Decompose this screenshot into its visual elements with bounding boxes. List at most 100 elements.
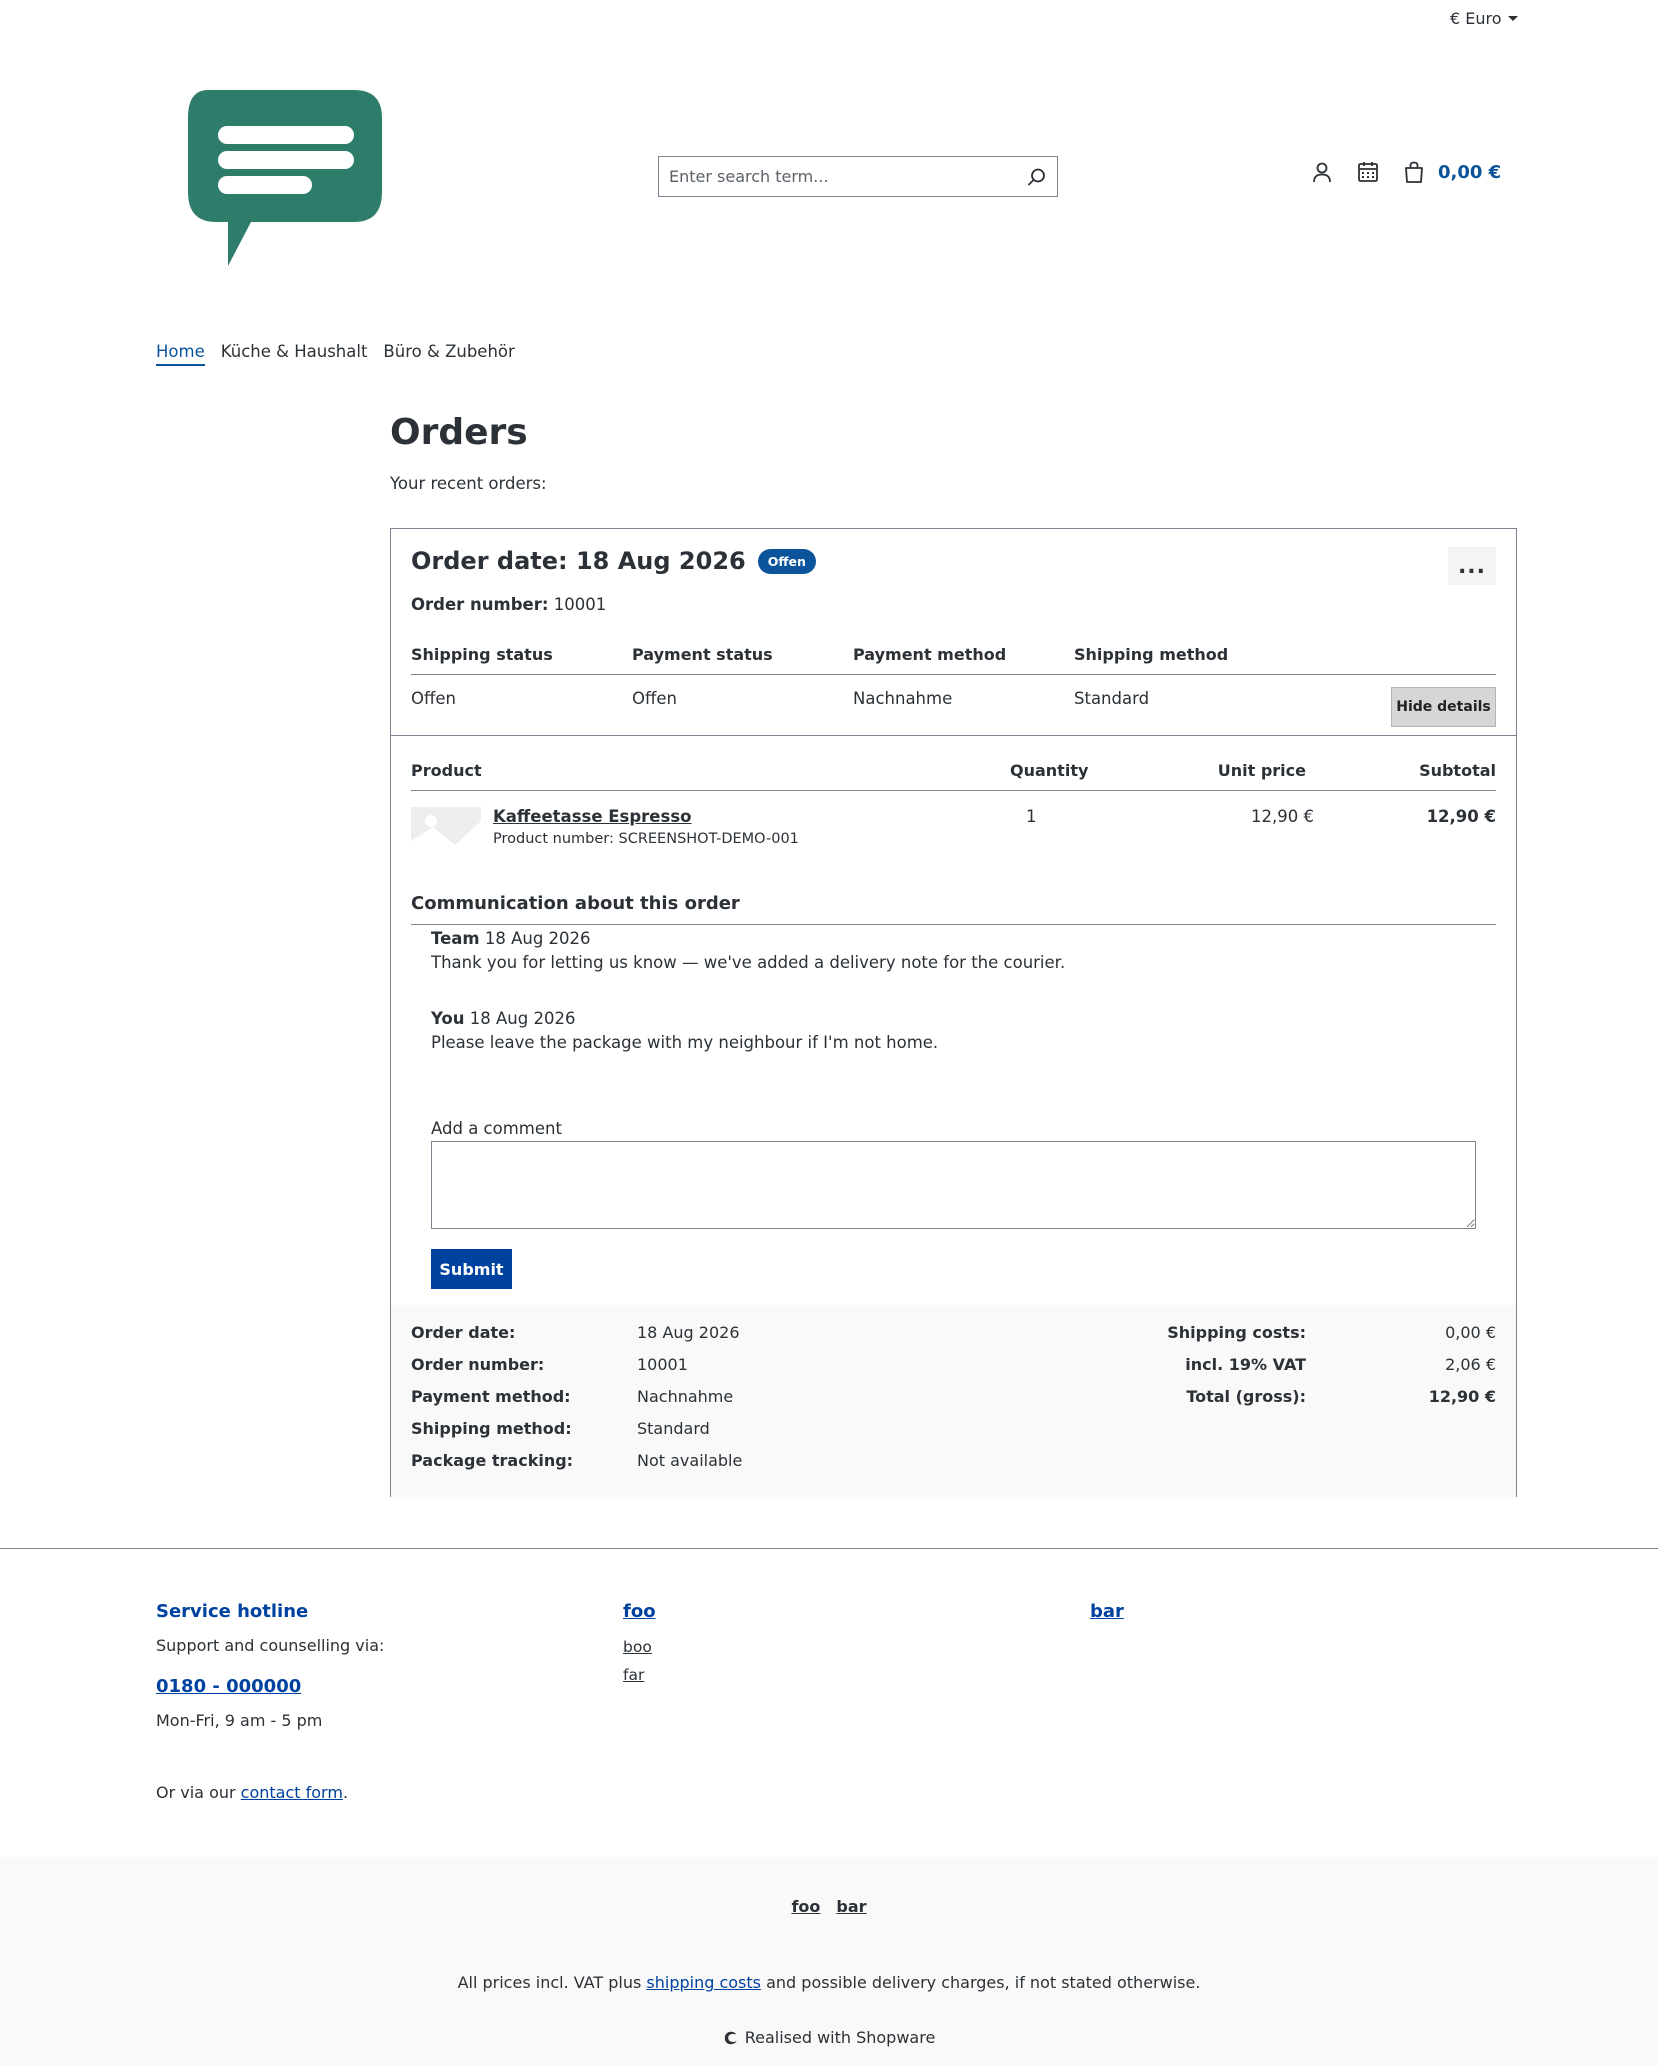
- order-number-label: Order number:: [411, 595, 549, 614]
- value-payment-status: Offen: [632, 689, 677, 708]
- footer-contact-suffix: .: [342, 1783, 349, 1802]
- product-quantity: 1: [1026, 807, 1037, 826]
- comment-label: Add a comment: [431, 1119, 562, 1138]
- total-label-vat: incl. 19% VAT: [1185, 1355, 1306, 1374]
- chat-bubble-logo-icon: [188, 90, 382, 266]
- search-input[interactable]: [669, 167, 1027, 186]
- header-payment-method: Payment method: [853, 645, 1007, 664]
- total-label-shipping: Shipping costs:: [1167, 1323, 1306, 1342]
- cart-total: 0,00 €: [1438, 161, 1502, 183]
- product-subtotal: 12,90 €: [1426, 807, 1496, 826]
- message-date: 18 Aug 2026: [484, 929, 591, 948]
- more-dots-icon: ...: [1457, 553, 1487, 579]
- realised-with-shopware[interactable]: Realised with Shopware: [0, 2028, 1658, 2047]
- message-text: Thank you for letting us know — we've ad…: [431, 953, 1066, 972]
- message-date: 18 Aug 2026: [469, 1009, 576, 1028]
- product-table-header: Product Quantity Unit price Subtotal: [411, 761, 1496, 791]
- total-value-shipping: 0,00 €: [1445, 1323, 1496, 1342]
- realised-text: Realised with Shopware: [744, 2028, 936, 2047]
- footer-hotline-title: Service hotline: [156, 1601, 309, 1622]
- caret-down-icon: [1507, 16, 1518, 21]
- nav-item-kitchen[interactable]: Küche & Haushalt: [221, 342, 368, 366]
- footer-divider: [0, 1548, 1658, 1549]
- total-value-gross: 12,90 €: [1428, 1387, 1496, 1406]
- calendar-icon[interactable]: [1356, 160, 1380, 184]
- submit-button[interactable]: Submit: [431, 1249, 512, 1289]
- message-author: Team: [431, 929, 480, 948]
- order-card: Order date: 18 Aug 2026 Offen ... Order …: [390, 528, 1517, 1497]
- header-actions: 0,00 €: [1310, 160, 1501, 184]
- header-shipping-status: Shipping status: [411, 645, 553, 664]
- order-date-heading: Order date: 18 Aug 2026: [411, 547, 746, 575]
- nav-item-home[interactable]: Home: [156, 342, 205, 366]
- order-actions-button[interactable]: ...: [1448, 547, 1496, 585]
- shop-logo[interactable]: [186, 88, 386, 268]
- footer-hotline-hours: Mon-Fri, 9 am - 5 pm: [156, 1711, 323, 1730]
- order-number-value: 10001: [553, 595, 607, 614]
- summary-label: Shipping method:: [411, 1419, 572, 1438]
- main-navigation: Home Küche & Haushalt Büro & Zubehör: [156, 342, 515, 366]
- header-product: Product: [411, 761, 482, 780]
- contact-form-link[interactable]: contact form: [241, 1783, 343, 1802]
- comment-textarea[interactable]: [431, 1141, 1476, 1229]
- order-number: Order number: 10001: [411, 595, 606, 614]
- currency-dropdown[interactable]: € Euro: [1450, 9, 1518, 28]
- product-number: Product number: SCREENSHOT-DEMO-001: [493, 831, 799, 847]
- footer-bottom-link-foo[interactable]: foo: [791, 1897, 820, 1916]
- search-icon[interactable]: [1027, 167, 1047, 187]
- footer-contact-prefix: Or via our: [156, 1783, 236, 1802]
- message-text: Please leave the package with my neighbo…: [431, 1033, 939, 1052]
- page-subtitle: Your recent orders:: [390, 474, 547, 493]
- communication-heading: Communication about this order: [411, 893, 1496, 925]
- product-unit-price: 12,90 €: [1251, 807, 1314, 826]
- value-shipping-method: Standard: [1074, 689, 1150, 708]
- footer-bottom: foo bar All prices incl. VAT plus shippi…: [0, 1857, 1658, 2066]
- footer-link-far[interactable]: far: [623, 1666, 644, 1684]
- footer-service-links: foo bar: [0, 1897, 1658, 1916]
- summary-value: 10001: [637, 1355, 688, 1374]
- order-summary: Order date: 18 Aug 2026 Order number: 10…: [391, 1305, 1516, 1497]
- search-bar: [658, 156, 1058, 197]
- image-placeholder-icon: [411, 807, 481, 857]
- total-label-gross: Total (gross):: [1186, 1387, 1306, 1406]
- vat-notice-prefix: All prices incl. VAT plus: [457, 1973, 642, 1992]
- vat-notice-suffix: and possible delivery charges, if not st…: [766, 1973, 1201, 1992]
- summary-label: Payment method:: [411, 1387, 571, 1406]
- shopware-logo-icon: [724, 2031, 737, 2044]
- header-subtotal: Subtotal: [1419, 761, 1496, 780]
- product-name-link[interactable]: Kaffeetasse Espresso: [493, 807, 691, 826]
- summary-value: Standard: [637, 1419, 710, 1438]
- nav-item-office[interactable]: Büro & Zubehör: [383, 342, 514, 366]
- card-divider: [391, 735, 1516, 736]
- footer-col-foo-title[interactable]: foo: [623, 1601, 656, 1622]
- footer-hotline-number[interactable]: 0180 - 000000: [156, 1676, 301, 1697]
- status-badge: Offen: [757, 548, 816, 574]
- total-value-vat: 2,06 €: [1445, 1355, 1496, 1374]
- footer-bottom-link-bar[interactable]: bar: [836, 1897, 866, 1916]
- shipping-costs-link[interactable]: shipping costs: [646, 1973, 761, 1992]
- message-author: You: [431, 1009, 465, 1028]
- value-payment-method: Nachnahme: [853, 689, 953, 708]
- summary-value: 18 Aug 2026: [637, 1323, 740, 1342]
- header-shipping-method: Shipping method: [1074, 645, 1229, 664]
- product-image-placeholder[interactable]: [411, 807, 481, 857]
- header-payment-status: Payment status: [632, 645, 773, 664]
- account-icon[interactable]: [1310, 160, 1334, 184]
- hide-details-button[interactable]: Hide details: [1391, 687, 1496, 727]
- cart-button[interactable]: 0,00 €: [1402, 160, 1501, 184]
- summary-label: Package tracking:: [411, 1451, 574, 1470]
- footer-link-boo[interactable]: boo: [623, 1638, 652, 1656]
- currency-label: € Euro: [1450, 9, 1502, 28]
- table-row: Kaffeetasse Espresso Product number: SCR…: [411, 807, 1496, 867]
- message-item: You 18 Aug 2026 Please leave the package…: [431, 1007, 938, 1055]
- message-item: Team 18 Aug 2026 Thank you for letting u…: [431, 927, 1065, 975]
- order-header: Order date: 18 Aug 2026 Offen: [411, 547, 816, 575]
- shopping-bag-icon: [1405, 161, 1423, 183]
- summary-label: Order number:: [411, 1355, 545, 1374]
- value-shipping-status: Offen: [411, 689, 456, 708]
- summary-label: Order date:: [411, 1323, 516, 1342]
- footer-hotline-text: Support and counselling via:: [156, 1636, 385, 1655]
- header-unit-price: Unit price: [1217, 761, 1306, 780]
- footer-col-bar-title[interactable]: bar: [1090, 1601, 1124, 1622]
- page-title: Orders: [390, 412, 528, 453]
